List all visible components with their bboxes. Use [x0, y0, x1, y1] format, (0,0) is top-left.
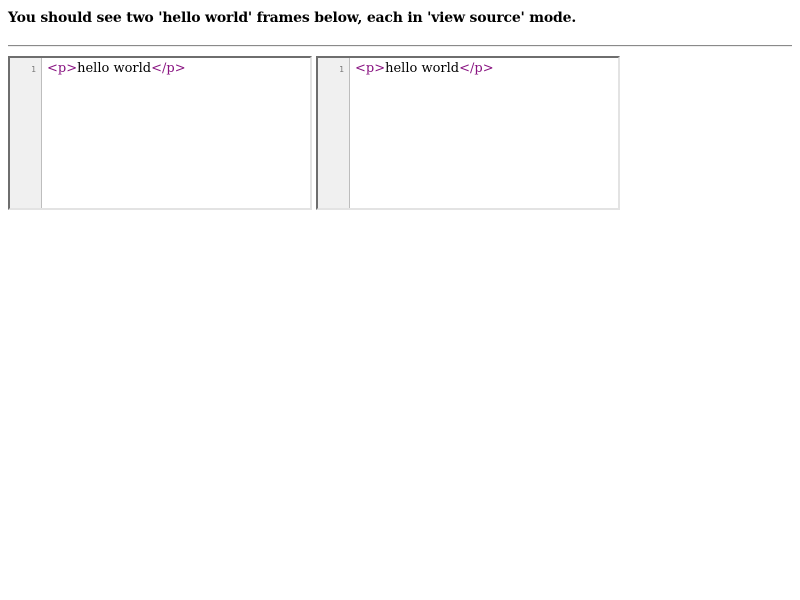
close-tag: </p> — [151, 61, 186, 76]
line-number: 1 — [31, 65, 36, 74]
view-source-frame-2[interactable]: 1 <p>hello world</p> — [316, 56, 620, 210]
view-source-frame-1[interactable]: 1 <p>hello world</p> — [8, 56, 312, 210]
source-line: <p>hello world</p> — [47, 61, 186, 77]
line-number: 1 — [339, 65, 344, 74]
source-line: <p>hello world</p> — [355, 61, 494, 77]
close-tag: </p> — [459, 61, 494, 76]
line-number-gutter: 1 — [10, 58, 42, 208]
open-tag: <p> — [355, 61, 386, 76]
horizontal-rule — [8, 45, 792, 47]
line-number-gutter: 1 — [318, 58, 350, 208]
text-content: hello world — [385, 61, 460, 76]
page: You should see two 'hello world' frames … — [0, 0, 800, 600]
page-heading: You should see two 'hello world' frames … — [8, 10, 577, 26]
text-content: hello world — [77, 61, 152, 76]
open-tag: <p> — [47, 61, 78, 76]
